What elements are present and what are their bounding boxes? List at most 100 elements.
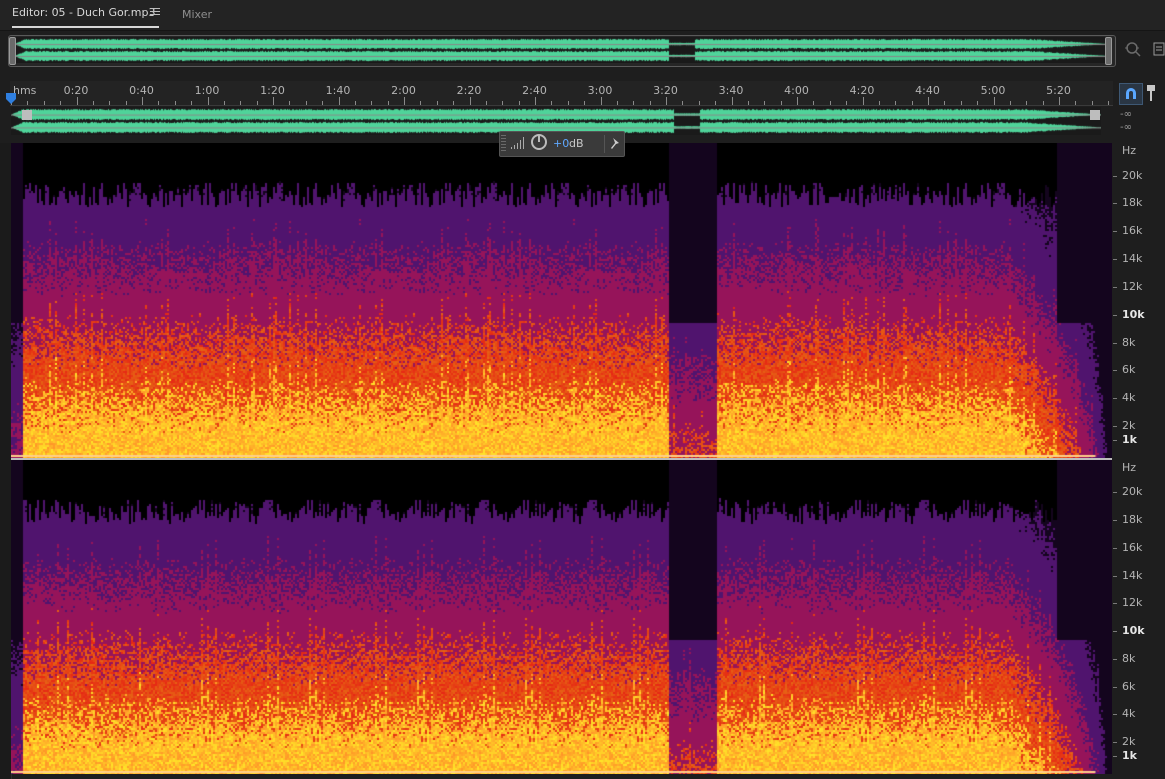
frequency-tick-mark [1113,520,1117,522]
frequency-tick-mark [1113,370,1117,372]
time-tick-mark [354,101,356,105]
frequency-tick-label: 8k [1122,651,1136,665]
time-tick-label: 2:40 [522,84,547,97]
time-tick-mark [535,97,536,105]
time-tick-mark [92,101,94,105]
time-tick-mark [797,97,798,105]
time-tick-mark [273,97,274,105]
time-tick-mark [158,101,160,105]
time-tick-mark [977,101,979,105]
gain-unit: dB [569,137,584,150]
hud-gain-control[interactable]: +0 dB [499,131,625,157]
gain-value[interactable]: +0 [553,137,569,150]
time-tick-label: 1:20 [260,84,285,97]
time-tick-label: 3:00 [587,84,613,97]
frequency-tick-mark [1113,231,1117,233]
time-tick-mark [387,101,389,105]
time-tick-label: 1:00 [194,84,220,97]
time-tick-mark [142,97,143,105]
spectrogram-channel-right[interactable] [11,460,1112,774]
time-tick-mark [1108,101,1110,105]
time-tick-label: 0:20 [63,84,89,97]
zoom-range-handle-left[interactable] [9,37,16,65]
time-tick-mark [928,97,929,105]
level-readout-top: -∞ [1120,109,1132,120]
frequency-tick-label: 1k [1122,749,1137,763]
time-tick-mark [878,101,880,105]
time-tick-mark [829,101,831,105]
frequency-tick-mark [1113,575,1117,577]
frequency-tick-mark [1113,175,1117,177]
time-tick-mark [109,101,111,105]
frequency-tick-mark [1113,742,1117,744]
frequency-tick-mark [1113,492,1117,494]
hud-separator [604,135,605,153]
gain-knob-indicator [538,135,540,142]
overview-waveform[interactable] [14,37,1108,63]
frequency-tick-mark [1113,756,1117,758]
time-tick-label: 3:40 [718,84,744,97]
time-tick-mark [174,101,176,105]
frequency-tick-label: 1k [1122,433,1137,447]
time-tick-mark [666,97,667,105]
frequency-tick-label: 6k [1122,363,1136,377]
frequency-tick-label: 16k [1122,224,1143,238]
marker-pin-icon[interactable] [1145,84,1157,102]
tab-editor[interactable]: Editor: 05 - Duch Gor.mp3 [12,6,160,28]
fade-out-handle[interactable] [1090,110,1100,120]
frequency-tick-label: 2k [1122,735,1136,749]
frequency-tick-label: 8k [1122,335,1136,349]
spectrogram-channel-left[interactable] [11,143,1112,458]
time-tick-mark [338,97,340,105]
time-tick-mark [223,101,225,105]
time-tick-label: 1:40 [325,84,351,97]
frequency-unit-label: Hz [1122,461,1137,474]
time-tick-mark [649,101,651,105]
frequency-tick-mark [1113,440,1117,442]
frequency-tick-label: 12k [1122,596,1143,610]
time-ruler[interactable]: hms 0:20 0:40 1:00 1:20 1:40 2:00 2:20 2:40 3:00… [10,81,1113,106]
hud-drag-grip[interactable] [501,135,506,153]
time-tick-label: 5:20 [1046,84,1071,97]
time-tick-mark [420,101,422,105]
time-tick-mark [846,101,848,105]
time-tick-mark [780,101,782,105]
playhead-marker-icon[interactable] [5,93,17,105]
time-tick-label: 3:20 [653,84,678,97]
time-tick-mark [404,97,405,105]
zoom-range-handle-right[interactable] [1105,37,1112,65]
frequency-tick-label: 2k [1122,419,1136,433]
time-tick-mark [764,101,766,105]
time-tick-mark [305,101,307,105]
panel-menu-icon[interactable] [150,8,160,18]
zoom-navigator-icon[interactable] [1124,40,1142,58]
fade-in-handle[interactable] [22,110,32,120]
frequency-tick-label: 10k [1122,624,1145,638]
time-tick-mark [993,97,995,105]
level-readout-bottom: -∞ [1120,122,1132,133]
frequency-tick-mark [1113,398,1117,400]
time-tick-mark [715,101,717,105]
time-tick-mark [862,97,864,105]
frequency-tick-label: 20k [1122,168,1143,182]
time-tick-mark [960,101,962,105]
time-tick-label: 0:40 [129,84,154,97]
time-tick-mark [1026,101,1028,105]
frequency-tick-label: 4k [1122,707,1136,721]
side-menu-icon[interactable] [1153,42,1165,56]
time-tick-mark [1009,101,1011,105]
frequency-tick-label: 20k [1122,485,1143,499]
time-tick-mark [698,101,700,105]
snap-toggle-button[interactable] [1119,83,1143,105]
pin-icon[interactable] [610,137,621,150]
frequency-tick-label: 10k [1122,307,1145,321]
frequency-tick-mark [1113,686,1117,688]
tab-mixer[interactable]: Mixer [182,8,212,21]
magnet-icon [1126,88,1136,99]
time-tick-mark [518,101,520,105]
time-tick-mark [616,101,618,105]
time-tick-mark [453,101,455,105]
time-tick-mark [747,101,749,105]
frequency-tick-label: 6k [1122,679,1136,693]
time-tick-mark [944,101,946,105]
